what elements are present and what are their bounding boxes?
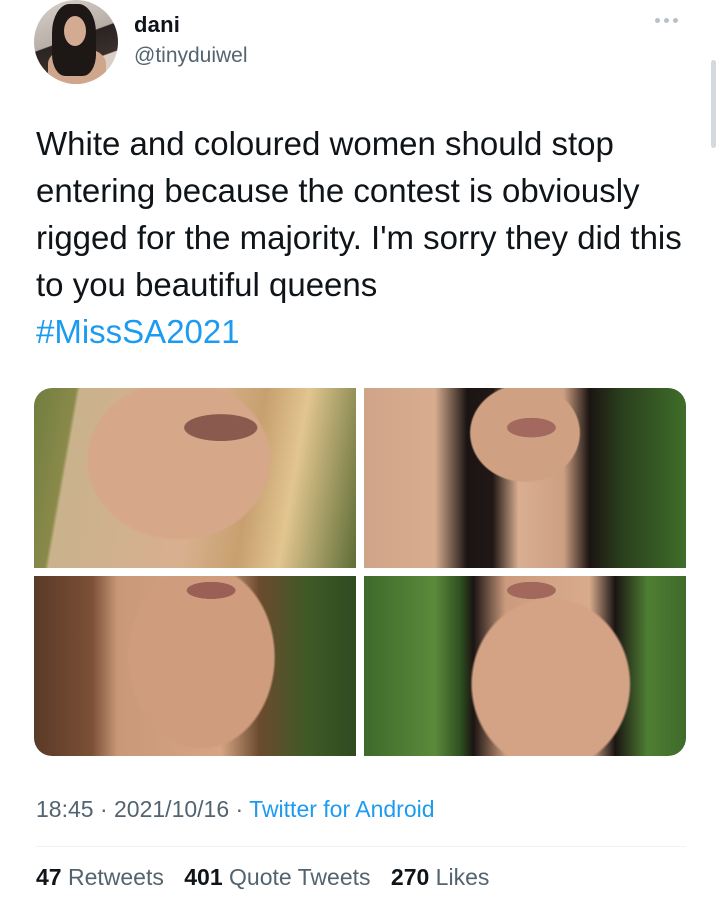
- tweet-photo-3[interactable]: [34, 576, 356, 756]
- tweet-body: White and coloured women should stop ent…: [36, 125, 682, 303]
- tweet: dani @tinyduiwel White and coloured wome…: [0, 0, 720, 907]
- author-display-name[interactable]: dani: [134, 12, 180, 38]
- tweet-photo-1[interactable]: [34, 388, 356, 568]
- quote-tweets-count: 401: [184, 864, 223, 890]
- retweets-count: 47: [36, 864, 62, 890]
- more-dot: [664, 18, 669, 23]
- tweet-source-link[interactable]: Twitter for Android: [249, 796, 434, 822]
- likes-stat[interactable]: 270 Likes: [391, 864, 489, 890]
- tweet-stats: 47 Retweets 401 Quote Tweets 270 Likes: [36, 864, 503, 891]
- more-dot: [673, 18, 678, 23]
- tweet-meta: 18:45 · 2021/10/16 · Twitter for Android: [36, 796, 435, 823]
- likes-count: 270: [390, 864, 430, 890]
- likes-label: Likes: [435, 864, 490, 890]
- avatar-face-shape: [64, 16, 86, 46]
- more-dot: [655, 18, 660, 23]
- tweet-date[interactable]: 2021/10/16: [114, 796, 229, 822]
- more-options-icon[interactable]: [655, 18, 678, 23]
- tweet-text: White and coloured women should stop ent…: [36, 120, 696, 355]
- avatar[interactable]: [34, 0, 118, 84]
- media-grid: [34, 388, 686, 756]
- tweet-photo-2[interactable]: [364, 388, 686, 568]
- tweet-time[interactable]: 18:45: [36, 796, 94, 822]
- quote-tweets-label: Quote Tweets: [229, 864, 371, 890]
- retweets-stat[interactable]: 47 Retweets: [36, 864, 164, 890]
- hashtag-link[interactable]: #MissSA2021: [36, 308, 696, 355]
- author-handle[interactable]: @tinyduiwel: [134, 44, 248, 68]
- tweet-photo-4[interactable]: [364, 576, 686, 756]
- meta-separator: ·: [229, 796, 250, 822]
- divider: [36, 846, 686, 847]
- retweets-label: Retweets: [67, 864, 164, 890]
- scrollbar[interactable]: [711, 60, 716, 148]
- meta-separator: ·: [93, 796, 115, 822]
- quote-tweets-stat[interactable]: 401 Quote Tweets: [184, 864, 370, 890]
